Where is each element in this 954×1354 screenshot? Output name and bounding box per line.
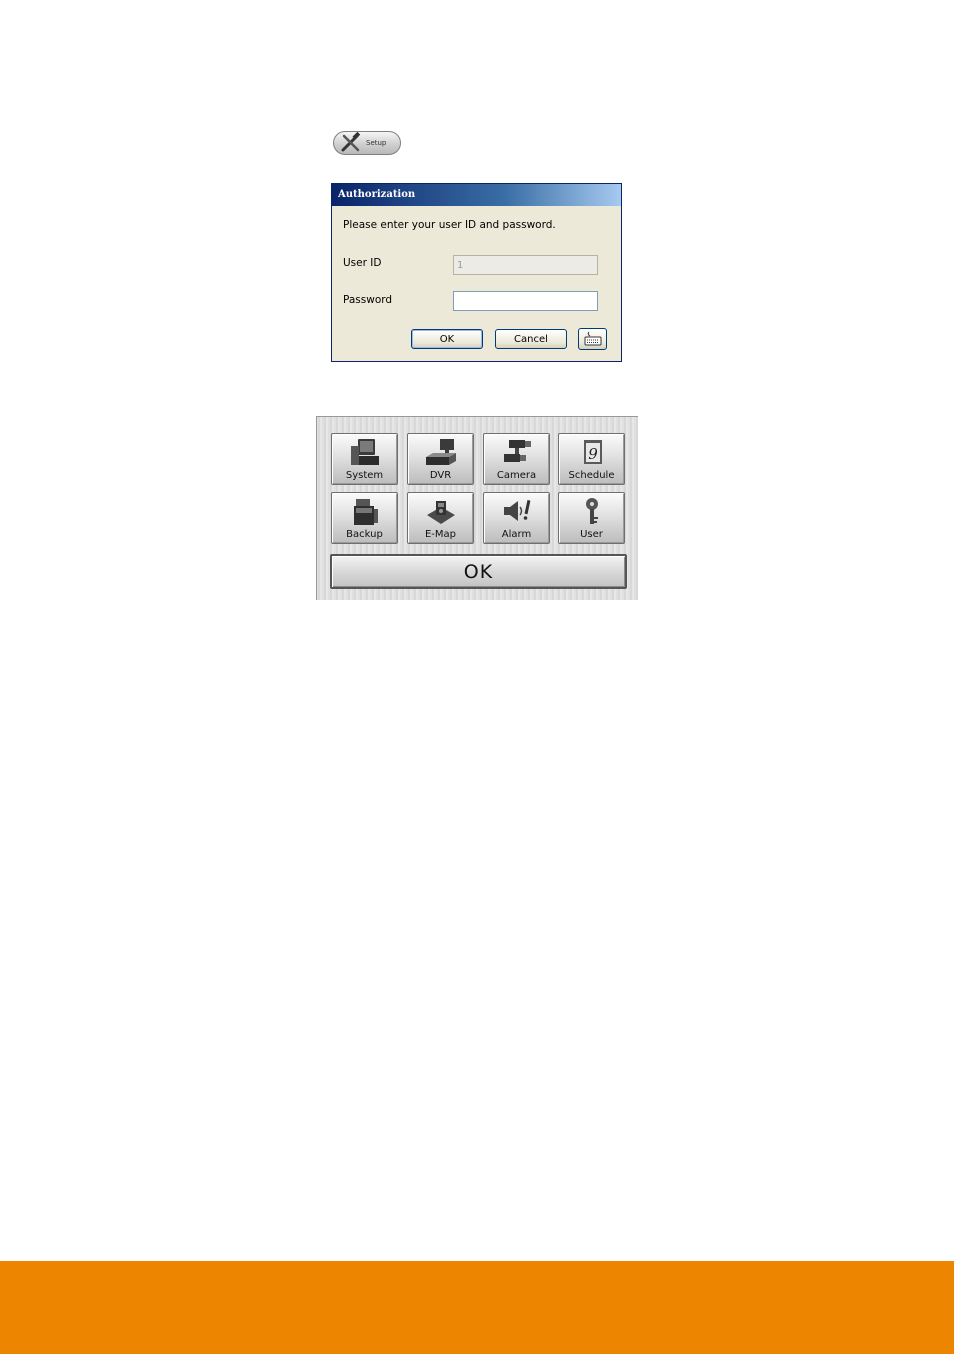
- map-icon: [427, 501, 455, 524]
- cancel-button[interactable]: Cancel: [495, 329, 567, 349]
- tile-label: System: [345, 470, 384, 481]
- keyboard-icon: [584, 331, 601, 346]
- password-field[interactable]: [453, 291, 598, 311]
- tile-label: User: [580, 529, 603, 540]
- tile-label: E-Map: [424, 529, 457, 540]
- ok-button[interactable]: OK: [411, 329, 483, 349]
- tools-icon: [341, 132, 361, 152]
- tile-label: DVR: [429, 470, 452, 481]
- authorization-dialog: Authorization Please enter your user ID …: [331, 183, 622, 362]
- dvr-button[interactable]: DVR: [407, 433, 474, 485]
- setup-button-label: Setup: [366, 139, 387, 147]
- tile-label: Schedule: [568, 470, 615, 481]
- password-label: Password: [343, 294, 393, 306]
- user-id-label: User ID: [343, 257, 382, 269]
- alarm-icon: [504, 499, 531, 521]
- footer-bar: [0, 1261, 954, 1354]
- dialog-title: Authorization: [332, 184, 621, 206]
- setup-button[interactable]: Setup: [333, 131, 401, 155]
- calendar-icon: 9: [584, 440, 602, 464]
- tile-label: Camera: [496, 470, 537, 481]
- computer-icon: [351, 439, 379, 465]
- user-key-icon: [586, 498, 598, 524]
- camera-button[interactable]: Camera: [483, 433, 550, 485]
- svg-text:9: 9: [588, 445, 598, 463]
- dvr-icon: [426, 439, 456, 465]
- tile-label: Backup: [346, 529, 383, 540]
- dialog-prompt: Please enter your user ID and password.: [343, 219, 556, 231]
- tile-label: Alarm: [501, 529, 532, 540]
- virtual-keyboard-button[interactable]: [578, 328, 607, 350]
- alarm-button[interactable]: Alarm: [483, 492, 550, 544]
- schedule-button[interactable]: 9 Schedule: [558, 433, 625, 485]
- system-button[interactable]: System: [331, 433, 398, 485]
- backup-icon: [354, 499, 378, 525]
- setup-menu-panel: System DVR Camera 9 Schedule Backup E-Ma…: [316, 416, 638, 600]
- user-id-field[interactable]: [453, 255, 598, 275]
- setup-ok-button[interactable]: OK: [330, 554, 627, 589]
- backup-button[interactable]: Backup: [331, 492, 398, 544]
- user-button[interactable]: User: [558, 492, 625, 544]
- e-map-button[interactable]: E-Map: [407, 492, 474, 544]
- camera-icon: [504, 440, 531, 462]
